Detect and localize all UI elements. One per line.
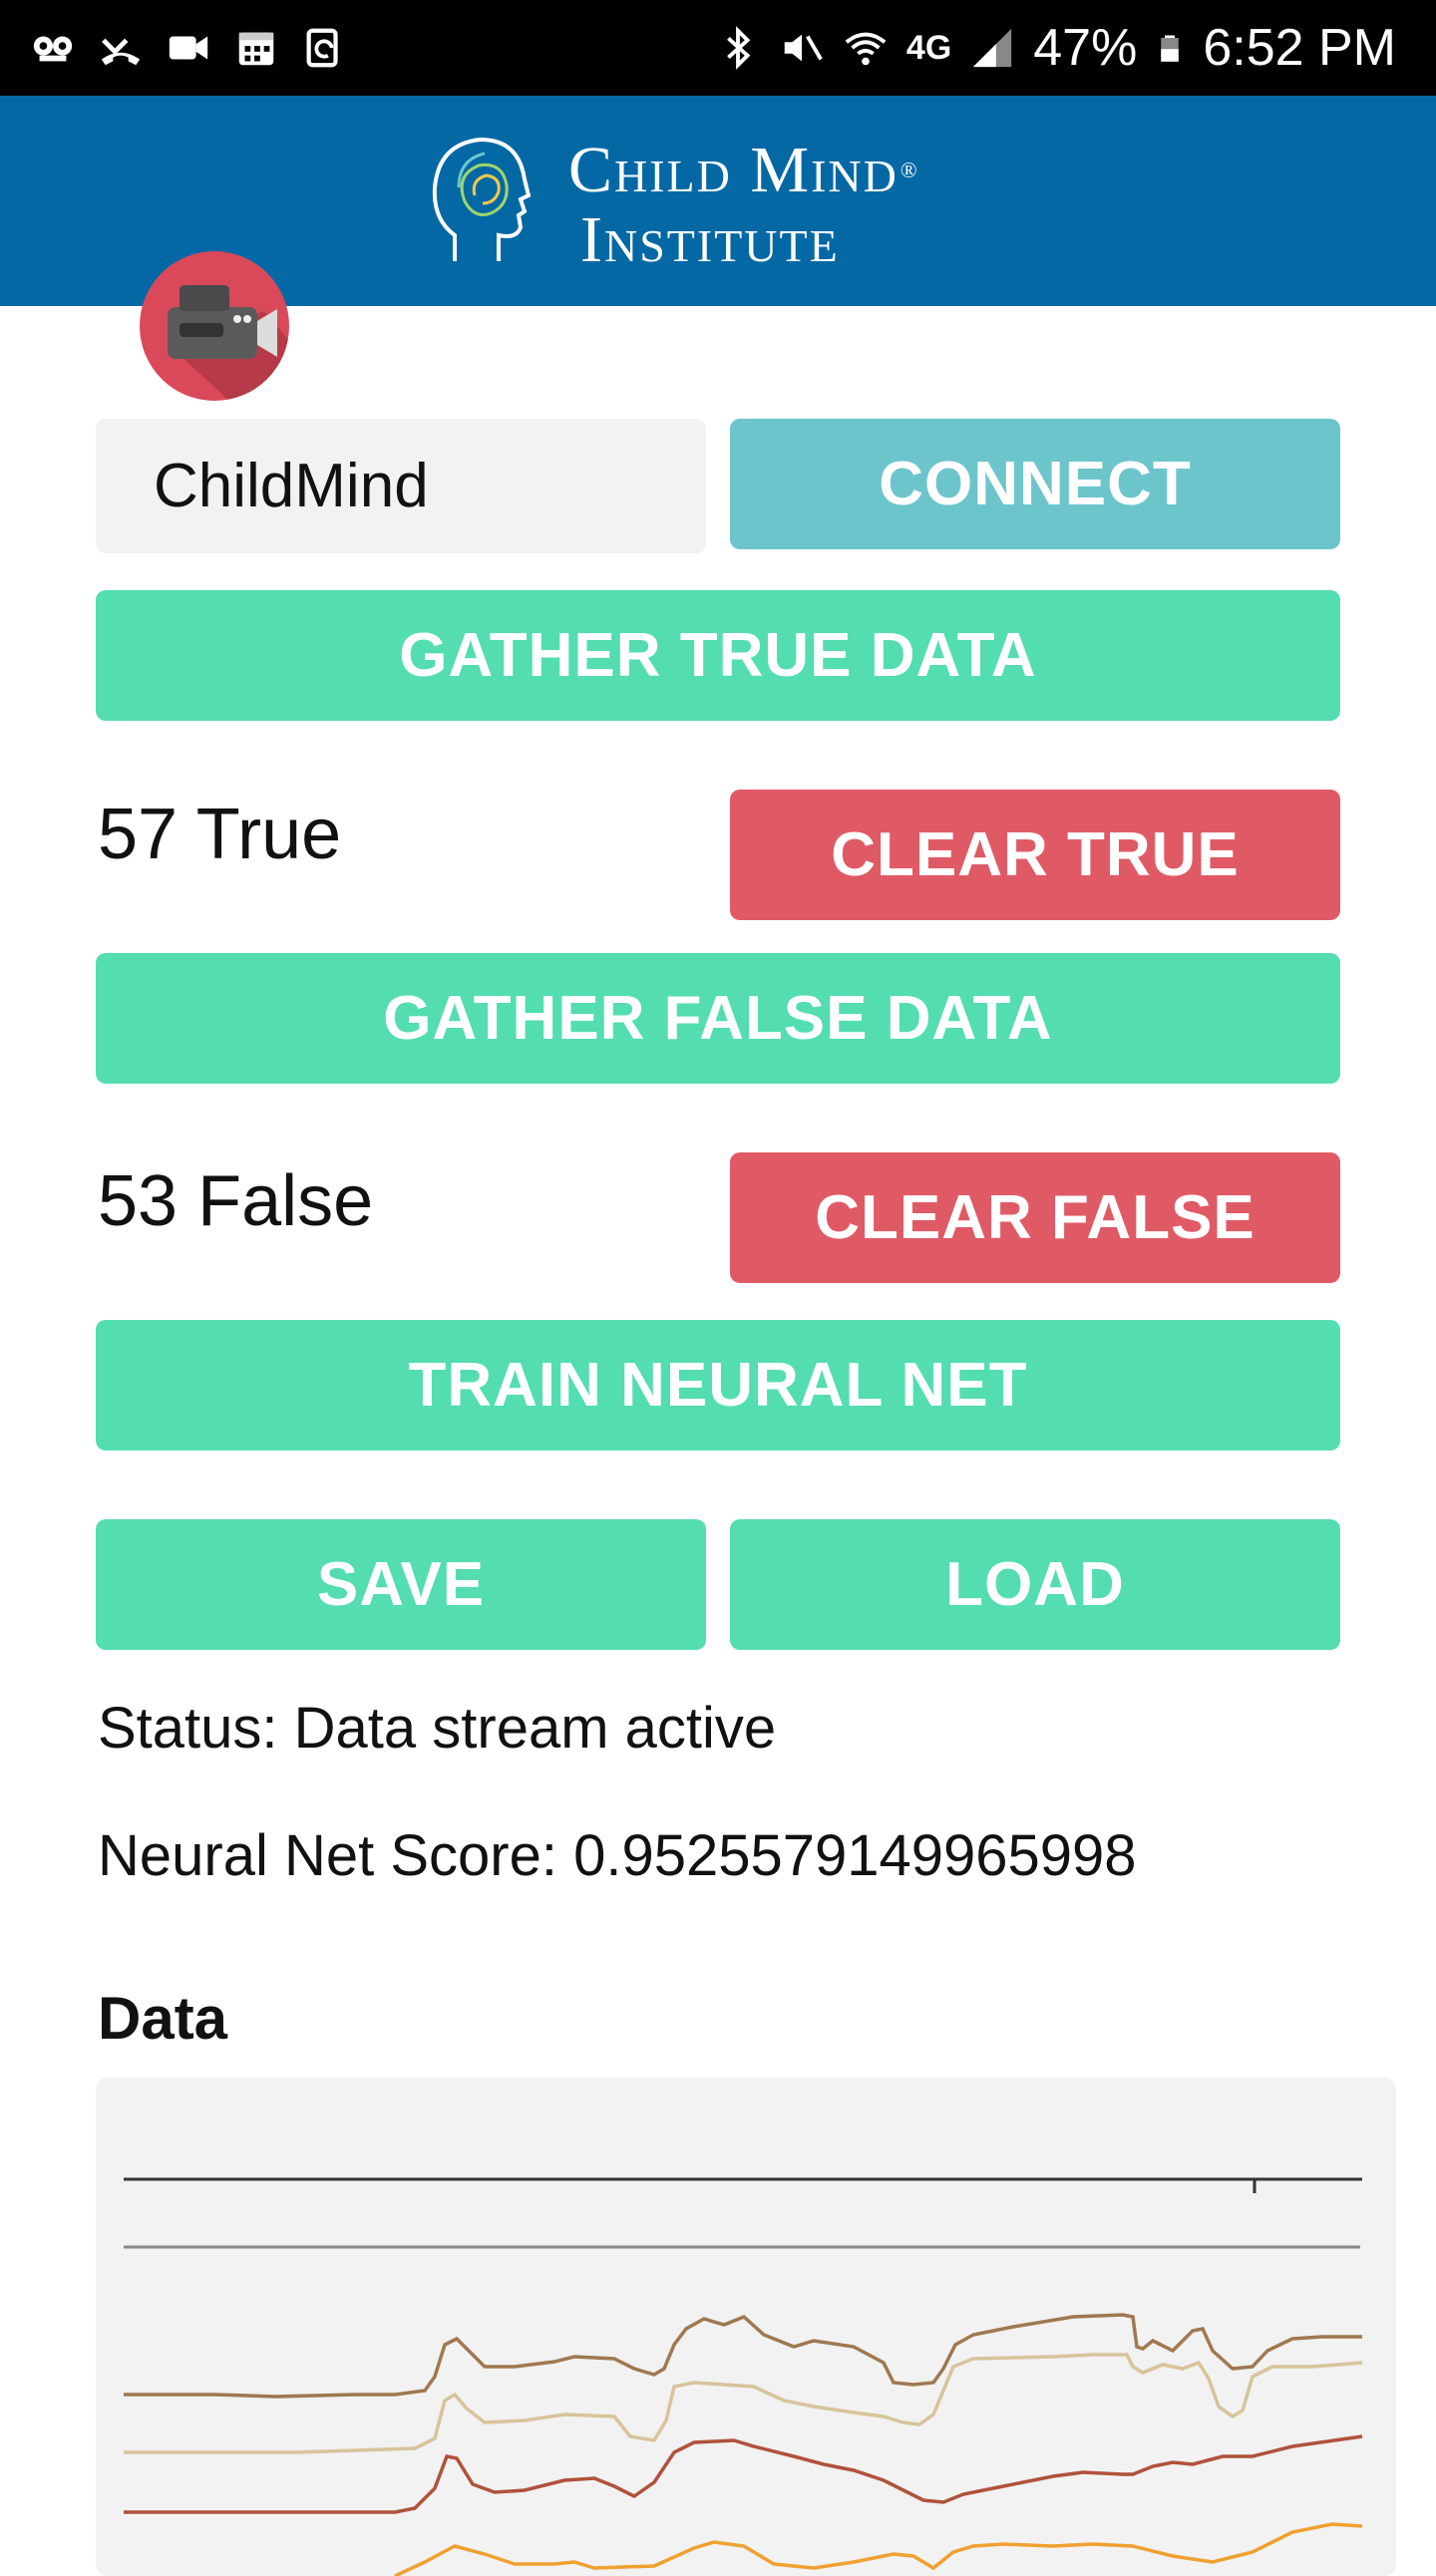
bluetooth-icon: [727, 26, 751, 70]
video-call-icon: [169, 36, 208, 60]
device-name-input[interactable]: ChildMind: [96, 419, 706, 553]
status-text: Status: Data stream active: [98, 1696, 777, 1761]
missed-call-icon: [101, 38, 141, 66]
voicemail-icon: [33, 36, 73, 62]
clear-false-button[interactable]: CLEAR FALSE: [730, 1152, 1340, 1283]
data-stream-plot: [124, 2177, 1363, 2576]
clock: 6:52 PM: [1203, 19, 1396, 77]
calendar-icon: [238, 32, 274, 66]
trace-4: [124, 2353, 1363, 2454]
registered-mark: ®: [899, 158, 919, 182]
brand-name: Child Mind® Institute: [568, 136, 919, 275]
network-type: 4G: [905, 28, 952, 67]
train-neural-net-button[interactable]: TRAIN NEURAL NET: [96, 1320, 1340, 1450]
data-stream-panel: [96, 2078, 1396, 2576]
gather-true-data-button[interactable]: GATHER TRUE DATA: [96, 590, 1340, 721]
save-button[interactable]: SAVE: [96, 1519, 706, 1650]
data-section-title: Data: [98, 1985, 228, 2052]
wifi-icon: [845, 32, 887, 66]
mute-icon: [784, 34, 823, 62]
trace-6: [394, 2522, 1363, 2576]
camera-button[interactable]: [140, 251, 289, 401]
clear-true-button[interactable]: CLEAR TRUE: [730, 790, 1340, 920]
connect-button[interactable]: CONNECT: [730, 419, 1340, 549]
false-count: 53 False: [98, 1161, 374, 1241]
brand-line-2: Institute: [580, 203, 840, 276]
status-bar-left: [30, 0, 347, 96]
status-bar: 4G 47% 6:52 PM: [0, 0, 1436, 96]
battery-percent: 47%: [1033, 19, 1138, 77]
video-camera-icon: [168, 285, 289, 401]
signal-icon: [973, 28, 1012, 68]
battery-icon: [1161, 35, 1180, 62]
brand-line-1: Child Mind: [568, 134, 898, 206]
status-bar-right: 4G 47% 6:52 PM: [715, 0, 1396, 96]
neural-net-score: Neural Net Score: 0.9525579149965998: [98, 1823, 1137, 1888]
head-profile-icon: [432, 137, 532, 261]
load-button[interactable]: LOAD: [730, 1519, 1340, 1650]
trace-5: [124, 2434, 1363, 2514]
trace-1: [124, 2177, 1362, 2193]
true-count: 57 True: [98, 795, 342, 874]
sync-icon: [306, 28, 338, 68]
gather-false-data-button[interactable]: GATHER FALSE DATA: [96, 953, 1340, 1084]
